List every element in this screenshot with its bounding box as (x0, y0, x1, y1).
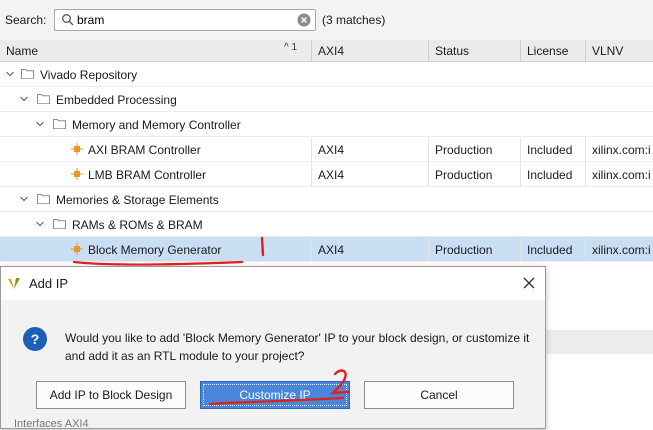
chevron-down-icon[interactable] (19, 94, 29, 104)
tree-row-embedded-processing[interactable]: Embedded Processing (0, 87, 653, 112)
dialog-title-bar[interactable]: Add IP (1, 267, 545, 299)
cell-status: Production (435, 243, 493, 257)
question-icon: ? (23, 327, 47, 351)
customize-ip-button[interactable]: Customize IP (200, 381, 350, 409)
clear-search-icon[interactable] (297, 13, 311, 27)
background-text: Interfaces AXI4 (14, 418, 89, 430)
cell-license: Included (527, 143, 573, 157)
cell-vlnv: xilinx.com:i (592, 243, 651, 257)
column-header-axi4[interactable]: AXI4 (318, 44, 344, 58)
background-row (546, 330, 653, 354)
cell-license: Included (527, 168, 573, 182)
dialog-message: Would you like to add 'Block Memory Gene… (65, 331, 530, 363)
underline-annotation (72, 260, 244, 266)
cell-vlnv: xilinx.com:i (592, 168, 651, 182)
column-divider[interactable] (428, 40, 429, 62)
focus-ring (203, 384, 347, 406)
close-icon[interactable] (521, 275, 537, 291)
search-bar: Search: (3 matches) (0, 0, 653, 40)
tree-row-label: Memories & Storage Elements (56, 193, 219, 207)
tree-row-memories-storage[interactable]: Memories & Storage Elements (0, 187, 653, 212)
folder-icon (53, 219, 66, 229)
tree-row-rams-roms-bram[interactable]: RAMs & ROMs & BRAM (0, 212, 653, 237)
tree-row-label: LMB BRAM Controller (88, 168, 207, 182)
ip-core-icon (71, 143, 83, 155)
column-divider[interactable] (311, 40, 312, 62)
cell-status: Production (435, 143, 493, 157)
dialog-title: Add IP (29, 276, 69, 291)
search-label: Search: (5, 13, 47, 27)
chevron-down-icon[interactable] (35, 119, 45, 129)
search-box[interactable] (54, 9, 316, 31)
cell-axi4: AXI4 (318, 243, 345, 257)
add-ip-dialog: Add IP ? Would you like to add 'Block Me… (0, 266, 546, 429)
cell-status: Production (435, 168, 493, 182)
tree-row-label: Memory and Memory Controller (72, 118, 241, 132)
ip-core-icon (71, 243, 83, 255)
column-divider[interactable] (520, 40, 521, 62)
tree-row-vivado-repository[interactable]: Vivado Repository (0, 62, 653, 87)
chevron-down-icon[interactable] (35, 219, 45, 229)
column-header-name[interactable]: Name (6, 44, 38, 58)
column-header-license[interactable]: License (527, 44, 568, 58)
vivado-logo-icon (8, 278, 20, 289)
cell-axi4: AXI4 (318, 143, 345, 157)
tree-row-label: AXI BRAM Controller (88, 143, 201, 157)
column-header-status[interactable]: Status (435, 44, 469, 58)
cell-vlnv: xilinx.com:i (592, 143, 651, 157)
tree-row-label: Vivado Repository (40, 68, 138, 82)
match-count: (3 matches) (322, 13, 386, 27)
add-ip-to-block-design-button[interactable]: Add IP to Block Design (36, 381, 186, 409)
tree-row-block-memory-generator[interactable]: Block Memory Generator AXI4 Production I… (0, 237, 653, 262)
search-icon[interactable] (61, 13, 75, 27)
table-header: Name ^ 1 AXI4 Status License VLNV (0, 40, 653, 62)
sort-indicator: ^ 1 (284, 42, 298, 53)
chevron-down-icon[interactable] (19, 194, 29, 204)
cancel-button[interactable]: Cancel (364, 381, 514, 409)
cell-axi4: AXI4 (318, 168, 345, 182)
cell-license: Included (527, 243, 573, 257)
tree-row-label: RAMs & ROMs & BRAM (72, 218, 203, 232)
tree-row-label: Embedded Processing (56, 93, 177, 107)
column-header-vlnv[interactable]: VLNV (592, 44, 623, 58)
folder-icon (21, 69, 34, 79)
tree-row-lmb-bram-controller[interactable]: LMB BRAM Controller AXI4 Production Incl… (0, 162, 653, 187)
folder-icon (37, 194, 50, 204)
tree-row-memory-controller[interactable]: Memory and Memory Controller (0, 112, 653, 137)
search-input[interactable] (77, 12, 287, 28)
dialog-body: ? Would you like to add 'Block Memory Ge… (1, 300, 545, 428)
chevron-down-icon[interactable] (5, 69, 15, 79)
tree-row-axi-bram-controller[interactable]: AXI BRAM Controller AXI4 Production Incl… (0, 137, 653, 162)
column-divider[interactable] (585, 40, 586, 62)
ip-core-icon (71, 168, 83, 180)
tree-row-label: Block Memory Generator (88, 243, 222, 257)
folder-icon (37, 94, 50, 104)
folder-icon (53, 119, 66, 129)
